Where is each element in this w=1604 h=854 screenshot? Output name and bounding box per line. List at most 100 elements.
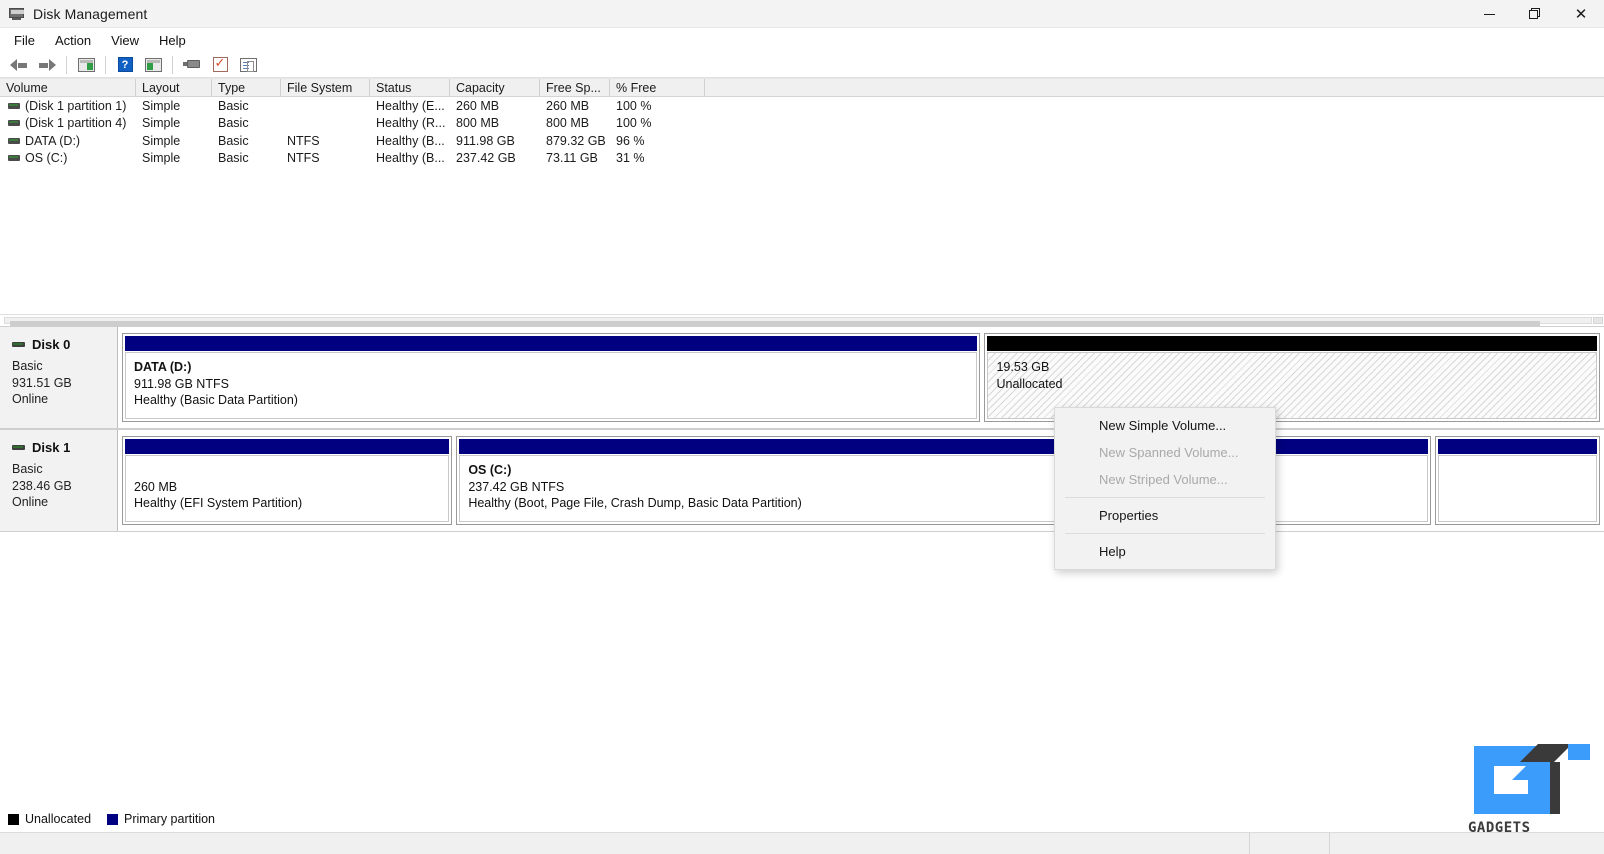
cell-volume-text: OS (C:) (25, 151, 68, 166)
context-menu-item-new-simple-volume[interactable]: New Simple Volume... (1055, 412, 1275, 439)
disk-0-name: Disk 0 (32, 337, 71, 352)
disk-block-disk-0[interactable]: Disk 0 Basic 931.51 GB Online DATA (D:) … (0, 326, 1604, 429)
disk-graphic-pane: Disk 0 Basic 931.51 GB Online DATA (D:) … (0, 326, 1604, 854)
menu-file[interactable]: File (4, 30, 45, 51)
close-button[interactable]: ✕ (1558, 0, 1604, 28)
window-title: Disk Management (33, 5, 148, 22)
cell-volume-text: DATA (D:) (25, 133, 81, 148)
menu-help[interactable]: Help (149, 30, 196, 51)
cell-volume: DATA (D:) (0, 134, 136, 148)
context-menu-item-help[interactable]: Help (1055, 538, 1275, 565)
column-header-file-system[interactable]: File System (281, 79, 370, 96)
volume-icon (8, 102, 20, 109)
partition-capacity-bar (987, 336, 1597, 351)
disk-icon (12, 342, 25, 347)
toolbar-separator-2 (105, 55, 106, 74)
column-header-free-space[interactable]: Free Sp... (540, 79, 610, 96)
status-bar-section-2 (1250, 833, 1330, 854)
partition-details: OS (C:) 237.42 GB NTFS Healthy (Boot, Pa… (459, 455, 1428, 522)
show-hide-console-tree-button[interactable] (73, 53, 99, 77)
cell-percent-free: 31 % (616, 151, 645, 166)
legend: Unallocated Primary partition (0, 808, 1604, 830)
scrollbar-end-button[interactable] (1593, 317, 1603, 324)
horizontal-scrollbar-track[interactable] (4, 317, 1592, 326)
context-menu-separator-2 (1065, 533, 1265, 534)
back-button[interactable] (6, 53, 32, 77)
partition-efi-system[interactable]: 260 MB Healthy (EFI System Partition) (122, 436, 453, 525)
menu-bar: File Action View Help (0, 28, 1604, 52)
properties-button[interactable] (207, 53, 233, 77)
cell-capacity: 260 MB (456, 98, 500, 113)
partition-details: 260 MB Healthy (EFI System Partition) (125, 455, 450, 522)
table-row[interactable]: OS (C:) Simple Basic NTFS Healthy (B... … (0, 150, 1604, 168)
cell-file-system: NTFS (287, 133, 320, 148)
partition-os-c[interactable]: OS (C:) 237.42 GB NTFS Healthy (Boot, Pa… (456, 436, 1431, 525)
disk-management-icon (9, 7, 25, 21)
toolbar-separator-1 (66, 55, 67, 74)
volume-icon (8, 155, 20, 162)
disk-1-size: 238.46 GB (12, 478, 72, 493)
partition-size: 911.98 GB NTFS (134, 376, 229, 391)
partition-details (1437, 455, 1597, 522)
cell-type: Basic (218, 98, 249, 113)
partition-recovery[interactable] (1434, 436, 1600, 525)
column-header-layout[interactable]: Layout (136, 79, 212, 96)
disk-icon (12, 445, 25, 450)
cell-free-space: 260 MB (546, 98, 590, 113)
column-header-volume[interactable]: Volume (0, 79, 136, 96)
window-controls: ✕ (1466, 0, 1604, 28)
back-icon (10, 58, 28, 72)
cell-volume: OS (C:) (0, 151, 136, 165)
title-bar: Disk Management ✕ (0, 0, 1604, 28)
cell-layout: Simple (142, 151, 181, 166)
partition-status: Unallocated (996, 376, 1063, 391)
disk-1-name-row: Disk 1 (12, 440, 117, 455)
cell-percent-free: 100 % (616, 98, 652, 113)
forward-button[interactable] (34, 53, 60, 77)
cell-capacity: 911.98 GB (456, 133, 515, 148)
cell-volume: (Disk 1 partition 4) (0, 116, 136, 130)
context-menu-item-new-striped-volume: New Striped Volume... (1099, 472, 1228, 487)
partition-details: DATA (D:) 911.98 GB NTFS Healthy (Basic … (125, 352, 978, 419)
disk-0-state: Online (12, 392, 49, 406)
table-row[interactable]: DATA (D:) Simple Basic NTFS Healthy (B..… (0, 132, 1604, 150)
context-menu-item-properties[interactable]: Properties (1055, 502, 1275, 529)
disk-info-disk-1[interactable]: Disk 1 Basic 238.46 GB Online (0, 430, 118, 531)
partition-capacity-bar (1437, 439, 1597, 454)
status-bar-section-3 (1330, 833, 1604, 854)
partition-size: 237.42 GB NTFS (468, 479, 565, 494)
disk-block-disk-1[interactable]: Disk 1 Basic 238.46 GB Online 260 MB Hea… (0, 429, 1604, 532)
menu-view[interactable]: View (101, 30, 149, 51)
disk-info-disk-0[interactable]: Disk 0 Basic 931.51 GB Online (0, 327, 118, 428)
disk-1-type: Basic (12, 462, 43, 476)
partition-data-d[interactable]: DATA (D:) 911.98 GB NTFS Healthy (Basic … (122, 333, 981, 422)
column-header-percent-free[interactable]: % Free (610, 79, 705, 96)
show-hide-console-tree-icon (77, 57, 95, 72)
column-header-filler (705, 79, 1604, 96)
rescan-disks-button[interactable] (179, 53, 205, 77)
cell-status: Healthy (R... (376, 116, 446, 131)
help-button[interactable]: ? (112, 53, 138, 77)
table-row[interactable]: (Disk 1 partition 4) Simple Basic Health… (0, 115, 1604, 133)
status-bar (0, 832, 1604, 854)
cell-file-system: NTFS (287, 151, 320, 166)
list-view-button[interactable] (235, 53, 261, 77)
disk-0-type: Basic (12, 359, 43, 373)
column-header-type[interactable]: Type (212, 79, 281, 96)
volume-list-pane: Volume Layout Type File System Status Ca… (0, 78, 1604, 314)
menu-action[interactable]: Action (45, 30, 101, 51)
legend-swatch-primary (107, 813, 119, 825)
maximize-restore-button[interactable] (1512, 0, 1558, 28)
cell-volume-text: (Disk 1 partition 1) (25, 98, 127, 113)
show-hide-action-pane-button[interactable] (140, 53, 166, 77)
pane-splitter[interactable] (0, 314, 1604, 326)
legend-label-primary: Primary partition (124, 812, 216, 826)
show-hide-action-pane-icon (144, 57, 162, 72)
table-row[interactable]: (Disk 1 partition 1) Simple Basic Health… (0, 97, 1604, 115)
cell-type: Basic (218, 133, 249, 148)
minimize-button[interactable] (1466, 0, 1512, 28)
column-header-capacity[interactable]: Capacity (450, 79, 540, 96)
cell-percent-free: 96 % (616, 133, 645, 148)
volume-icon (8, 137, 20, 144)
column-header-status[interactable]: Status (370, 79, 450, 96)
